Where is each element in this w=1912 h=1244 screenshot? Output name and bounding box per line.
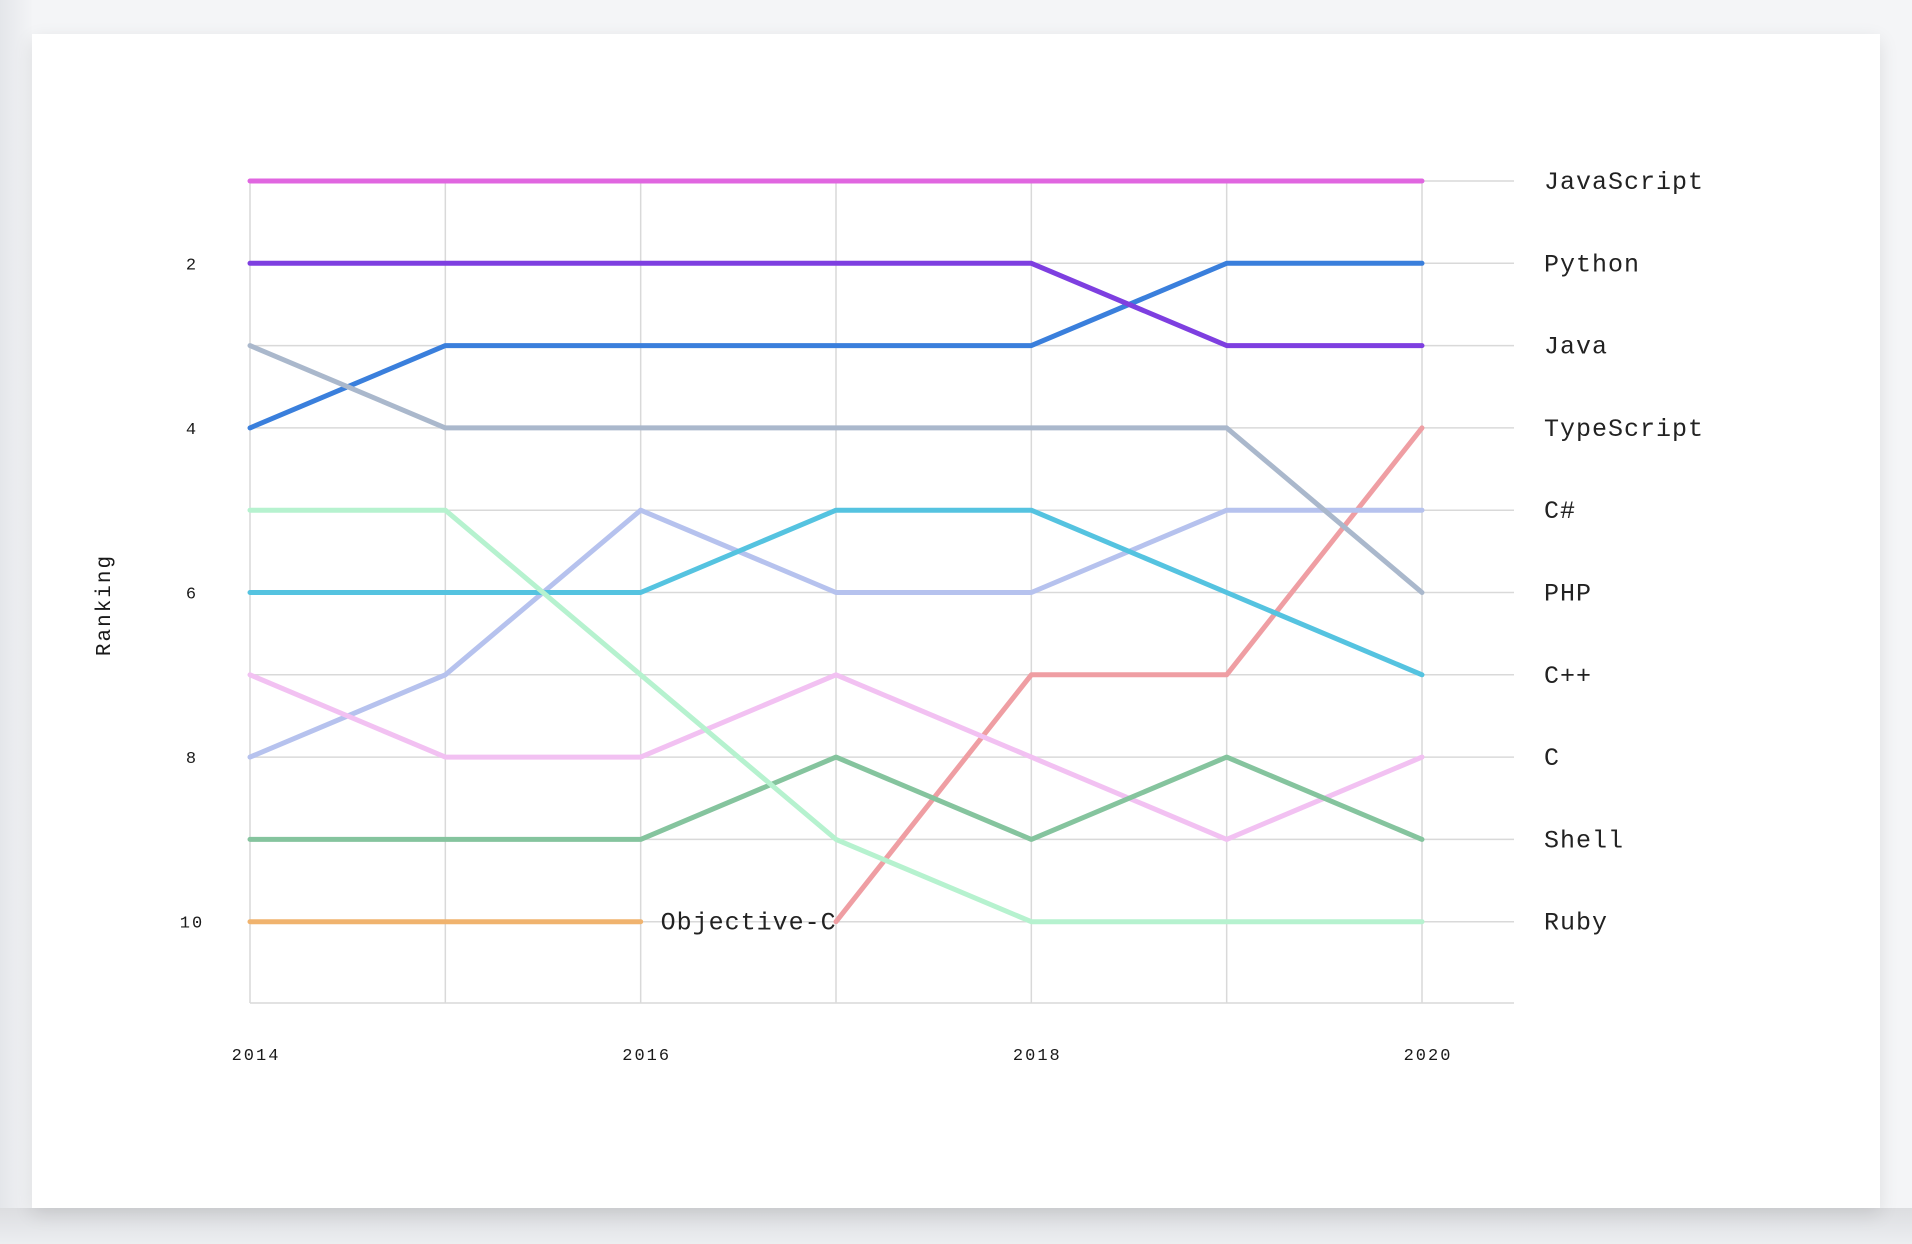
series-label-c-: C# bbox=[1544, 497, 1576, 526]
x-tick-2016: 2016 bbox=[622, 1047, 671, 1066]
y-tick-8: 8 bbox=[186, 750, 198, 769]
y-tick-2: 2 bbox=[186, 256, 198, 275]
x-axis-ticks: 2014 2016 2018 2020 bbox=[232, 1047, 1453, 1066]
y-tick-10: 10 bbox=[180, 915, 204, 934]
y-tick-6: 6 bbox=[186, 586, 198, 605]
series-label-objective-c: Objective-C bbox=[661, 909, 837, 938]
x-tick-2018: 2018 bbox=[1013, 1047, 1062, 1066]
x-tick-2020: 2020 bbox=[1404, 1047, 1453, 1066]
series-label-javascript: JavaScript bbox=[1544, 168, 1704, 197]
y-axis-ticks: 2 4 6 8 10 bbox=[180, 256, 204, 934]
series-label-c: C bbox=[1544, 744, 1560, 773]
ranking-chart: 2014 2016 2018 2020 2 4 6 8 10 JavaScript Python… bbox=[94, 168, 1704, 1066]
series-label-c-: C++ bbox=[1544, 662, 1592, 691]
series-label-python: Python bbox=[1544, 250, 1640, 279]
y-tick-4: 4 bbox=[186, 421, 198, 440]
y-axis-label: Ranking bbox=[94, 554, 117, 656]
series-label-ruby: Ruby bbox=[1544, 909, 1608, 938]
series-label-shell: Shell bbox=[1544, 826, 1624, 855]
series-label-java: Java bbox=[1544, 333, 1608, 362]
x-tick-2014: 2014 bbox=[232, 1047, 281, 1066]
series-label-typescript: TypeScript bbox=[1544, 415, 1704, 444]
series-label-php: PHP bbox=[1544, 580, 1592, 609]
